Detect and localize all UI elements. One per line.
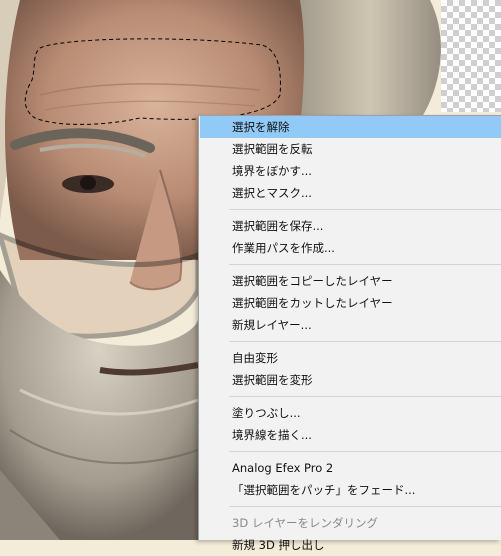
menu-item[interactable]: 新規 3D 押し出し <box>200 534 501 556</box>
menu-separator <box>229 264 501 265</box>
transparency-checkerboard <box>441 0 501 112</box>
menu-item[interactable]: 選択とマスク... <box>200 182 501 204</box>
menu-item[interactable]: 新規レイヤー... <box>200 314 501 336</box>
menu-item[interactable]: 境界をぼかす... <box>200 160 501 182</box>
menu-separator <box>229 396 501 397</box>
menu-separator <box>229 209 501 210</box>
menu-item[interactable]: 塗りつぶし... <box>200 402 501 424</box>
menu-item[interactable]: 選択範囲をコピーしたレイヤー <box>200 270 501 292</box>
menu-item[interactable]: 選択範囲を変形 <box>200 369 501 391</box>
menu-item[interactable]: 選択を解除 <box>200 116 501 138</box>
context-menu: 選択を解除 選択範囲を反転 境界をぼかす... 選択とマスク... 選択範囲を保存...… <box>198 115 501 552</box>
menu-item[interactable]: Analog Efex Pro 2 <box>200 457 501 479</box>
menu-item: 3D レイヤーをレンダリング <box>232 516 378 530</box>
menu-item[interactable]: 「選択範囲をパッチ」をフェード... <box>200 479 501 501</box>
menu-item[interactable]: 作業用パスを作成... <box>200 237 501 259</box>
menu-separator <box>229 506 501 507</box>
menu-item[interactable]: 境界線を描く... <box>200 424 501 446</box>
menu-item[interactable]: 選択範囲をカットしたレイヤー <box>200 292 501 314</box>
menu-item[interactable]: 自由変形 <box>200 347 501 369</box>
menu-separator <box>229 341 501 342</box>
menu-item[interactable]: 選択範囲を保存... <box>200 215 501 237</box>
menu-item[interactable]: 選択範囲を反転 <box>200 138 501 160</box>
menu-separator <box>229 451 501 452</box>
